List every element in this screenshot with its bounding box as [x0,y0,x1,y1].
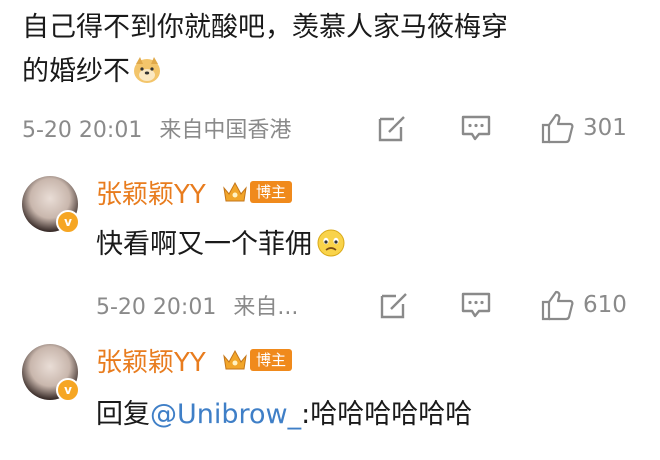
edit-icon [380,293,407,319]
share-button[interactable] [376,113,408,143]
post-timestamp: 5-20 20:01 来自中国香港 [22,112,291,144]
like-button[interactable]: 610 [541,289,627,321]
reply-text: 回复@Unibrow_:哈哈哈哈哈哈 [96,392,472,431]
crown-icon [223,349,247,370]
sad-face-emoji-icon [317,229,345,257]
blogger-tag: 博主 [250,349,293,371]
comment-icon [461,115,491,141]
reply-location: 来自... [233,295,299,320]
blogger-tag: 博主 [250,181,293,203]
verified-icon: v [56,210,80,234]
post-meta-row: 5-20 20:01 来自中国香港 301 [0,108,660,148]
like-count: 610 [583,292,627,318]
like-count: 301 [583,115,627,141]
verified-icon: v [56,378,80,402]
reply-text-content: :哈哈哈哈哈哈 [301,399,473,430]
reply-meta-row: 5-20 20:01 来自... 610 [0,285,660,325]
like-icon [541,290,574,321]
reply-username[interactable]: 张颖颖YY [96,342,206,379]
doge-emoji-icon [134,57,160,83]
post-location: 来自中国香港 [159,118,292,143]
reply-timestamp: 5-20 20:01 来自... [96,289,298,321]
post-time: 5-20 20:01 [22,118,143,143]
crown-icon [223,181,247,202]
comment-button[interactable] [460,113,492,143]
reply-username[interactable]: 张颖颖YY [96,174,206,211]
comment-button[interactable] [460,290,492,320]
post-text: 自己得不到你就酸吧，羡慕人家马筱梅穿 的婚纱不 [22,6,642,94]
edit-icon [378,116,405,142]
reply-prefix: 回复 [96,399,150,430]
mention-link[interactable]: @Unibrow_ [150,399,301,430]
comment-icon [461,292,491,318]
avatar[interactable]: v [22,176,80,234]
like-icon [541,113,574,144]
post-text-line2-wrap: 的婚纱不 [22,50,642,94]
reply-time: 5-20 20:01 [96,295,217,320]
post-text-line2: 的婚纱不 [22,56,130,87]
like-button[interactable]: 301 [541,112,627,144]
post-text-line1: 自己得不到你就酸吧，羡慕人家马筱梅穿 [22,12,508,43]
avatar[interactable]: v [22,344,80,402]
reply-text-content: 快看啊又一个菲佣 [96,229,312,260]
share-button[interactable] [378,290,410,320]
reply-text: 快看啊又一个菲佣 [96,222,346,261]
